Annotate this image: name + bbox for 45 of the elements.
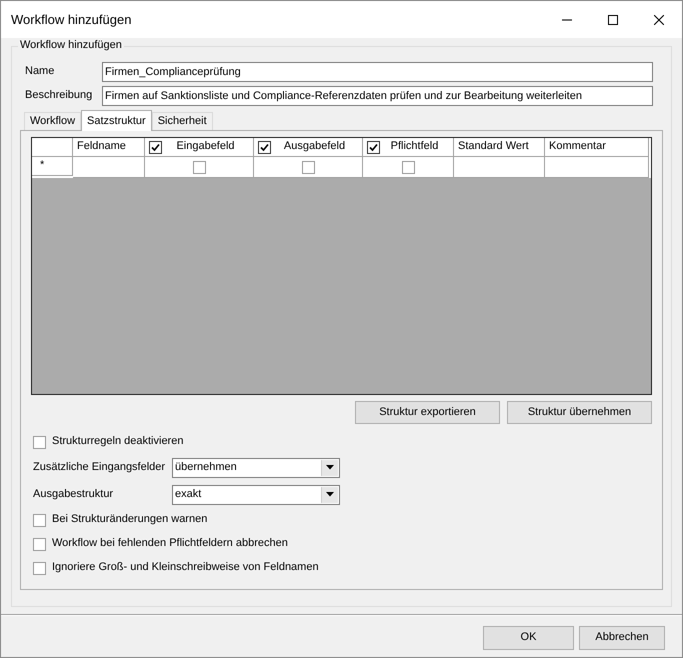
checkbox-label: Bei Strukturänderungen warnen bbox=[52, 513, 208, 527]
column-header: Eingabefeld bbox=[175, 140, 236, 154]
text-field[interactable]: Firmen_Complianceprüfung bbox=[102, 62, 653, 82]
field-label: Beschreibung bbox=[25, 89, 94, 103]
checkbox[interactable] bbox=[302, 160, 314, 174]
grid-cell[interactable] bbox=[545, 157, 649, 178]
button[interactable]: Struktur übernehmen bbox=[507, 401, 652, 424]
checkbox[interactable] bbox=[149, 140, 162, 154]
dropdown[interactable]: übernehmen bbox=[172, 458, 340, 478]
tab[interactable]: Sicherheit bbox=[152, 112, 213, 130]
select-label: Ausgabestruktur bbox=[33, 488, 114, 502]
caret-icon bbox=[321, 486, 338, 502]
checkbox[interactable] bbox=[192, 160, 206, 174]
checkbox[interactable] bbox=[33, 514, 46, 526]
checkbox-label: Strukturregeln deaktivieren bbox=[52, 435, 184, 449]
close-icon bbox=[654, 14, 664, 24]
checkbox[interactable] bbox=[402, 160, 414, 174]
field-label: Name bbox=[25, 65, 56, 79]
group-title: Workflow hinzufügen bbox=[18, 39, 124, 52]
checkbox-label: Ignoriere Groß- und Kleinschreibweise von Feldnamen bbox=[52, 561, 319, 575]
column-header: Standard Wert bbox=[458, 140, 529, 154]
button[interactable]: Abbrechen bbox=[579, 626, 665, 650]
checkbox[interactable] bbox=[367, 140, 380, 154]
window-title: Workflow hinzufügen bbox=[11, 12, 132, 28]
checkbox[interactable] bbox=[33, 562, 46, 574]
grid-cell[interactable] bbox=[454, 157, 545, 178]
text-field[interactable]: Firmen auf Sanktionsliste und Compliance-Referenzdaten prüfen und zur Bearbeitung weiterleiten bbox=[102, 86, 653, 106]
grid-cell[interactable] bbox=[73, 157, 145, 178]
caret-icon bbox=[321, 460, 338, 476]
dropdown[interactable]: exakt bbox=[172, 484, 340, 504]
column-header: Kommentar bbox=[549, 140, 606, 154]
button[interactable]: Struktur exportieren bbox=[355, 401, 500, 424]
new-row-marker: * bbox=[40, 159, 44, 173]
column-header: Pflichtfeld bbox=[390, 140, 440, 154]
checkbox[interactable] bbox=[33, 436, 46, 448]
select-label: Zusätzliche Eingangsfelder bbox=[33, 460, 166, 474]
tab[interactable]: Satzstruktur bbox=[81, 110, 152, 131]
button[interactable]: OK bbox=[483, 626, 574, 650]
maximize-icon bbox=[608, 14, 618, 24]
checkbox[interactable] bbox=[33, 538, 46, 550]
checkbox[interactable] bbox=[258, 140, 271, 154]
tab[interactable]: Workflow bbox=[24, 112, 82, 130]
column-header: Ausgabefeld bbox=[282, 140, 346, 154]
checkbox-label: Workflow bei fehlenden Pflichtfeldern abbrechen bbox=[52, 537, 288, 551]
column-header: Feldname bbox=[77, 140, 126, 154]
